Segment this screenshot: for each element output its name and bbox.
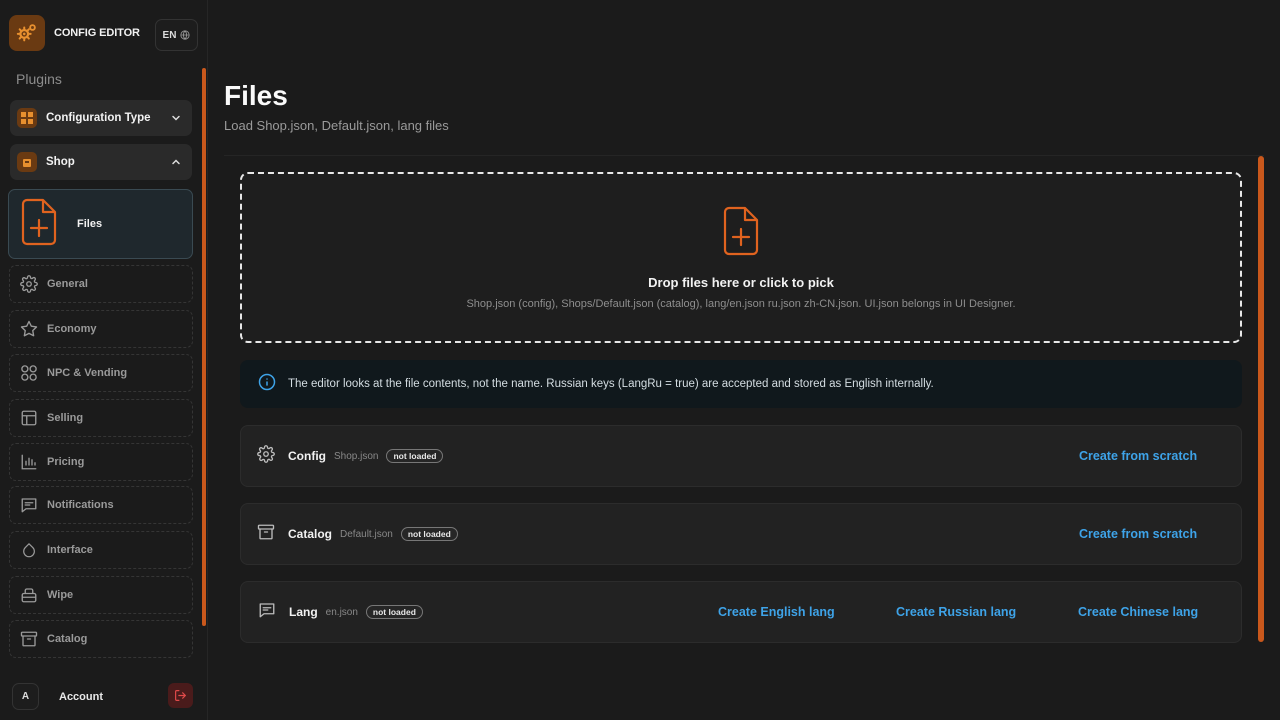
sidebar-item-files[interactable]: Files — [8, 189, 193, 259]
logout-icon — [175, 690, 186, 701]
page-title: Files — [224, 80, 288, 111]
chevron-down-icon — [168, 110, 184, 126]
dropzone-title: Drop files here or click to pick — [648, 275, 834, 290]
gears-logo-icon — [9, 15, 45, 51]
brand: CONFIG EDITOR — [9, 15, 140, 51]
create-english-lang-button[interactable]: Create English lang — [718, 605, 835, 619]
sidebar: CONFIG EDITOR EN Plugins Configuration T… — [0, 0, 208, 720]
sidebar-item-label: NPC & Vending — [47, 367, 128, 379]
main-scrollbar-thumb[interactable] — [1258, 156, 1264, 642]
shop-bag-icon — [17, 152, 37, 172]
logout-button[interactable] — [168, 683, 193, 708]
sidebar-item-pricing[interactable]: Pricing — [9, 443, 193, 481]
sidebar-scrollbar[interactable] — [202, 68, 206, 668]
sidebar-item-label: General — [47, 278, 88, 290]
language-button[interactable]: EN — [155, 19, 198, 51]
chevron-up-icon — [168, 154, 184, 170]
sidebar-item-selling[interactable]: Selling — [9, 399, 193, 437]
gear-icon — [257, 444, 275, 468]
message-icon — [19, 495, 39, 515]
sidebar-item-economy[interactable]: Economy — [9, 310, 193, 348]
bar-chart-icon — [19, 452, 39, 472]
sidebar-item-interface[interactable]: Interface — [9, 531, 193, 569]
sidebar-item-notifications[interactable]: Notifications — [9, 486, 193, 524]
eraser-icon — [19, 585, 39, 605]
file-plus-icon — [722, 206, 762, 261]
sidebar-item-label: Pricing — [47, 456, 85, 468]
app-title: CONFIG EDITOR — [54, 27, 140, 39]
droplet-icon — [19, 540, 39, 560]
message-icon — [257, 601, 277, 624]
sidebar-item-label: Wipe — [47, 589, 74, 601]
dropzone-hint: Shop.json (config), Shops/Default.json (… — [466, 298, 1016, 310]
create-russian-lang-button[interactable]: Create Russian lang — [896, 605, 1016, 619]
sidebar-item-label: Interface — [47, 544, 93, 556]
sidebar-item-label: Selling — [47, 412, 84, 424]
gear-icon — [19, 274, 39, 294]
file-dropzone[interactable]: Drop files here or click to pick Shop.js… — [240, 172, 1242, 343]
account-button[interactable]: A Account — [12, 683, 103, 710]
file-card-name: Lang — [289, 605, 318, 619]
archive-icon — [257, 523, 275, 546]
file-card-filename: Shop.json — [334, 450, 379, 462]
grid-icon — [17, 108, 37, 128]
status-badge: not loaded — [386, 449, 444, 463]
avatar: A — [12, 683, 39, 710]
create-chinese-lang-button[interactable]: Create Chinese lang — [1078, 605, 1198, 619]
file-card-name: Catalog — [288, 527, 333, 541]
group-shop[interactable]: Shop — [10, 144, 192, 180]
status-badge: not loaded — [400, 527, 458, 541]
language-code: EN — [162, 29, 177, 41]
group-configuration-type[interactable]: Configuration Type — [10, 100, 192, 136]
create-from-scratch-button[interactable]: Create from scratch — [1079, 449, 1197, 463]
sidebar-item-label: Catalog — [47, 633, 88, 645]
info-text: The editor looks at the file contents, n… — [288, 378, 934, 390]
group-label: Shop — [46, 156, 75, 168]
sidebar-item-label: Files — [77, 218, 103, 230]
four-circles-icon — [19, 363, 39, 383]
file-card-config: Config Shop.json not loaded Create from … — [240, 425, 1242, 487]
status-badge: not loaded — [365, 605, 423, 619]
info-banner: The editor looks at the file contents, n… — [240, 360, 1242, 408]
sidebar-item-wipe[interactable]: Wipe — [9, 576, 193, 614]
file-card-filename: en.json — [325, 606, 358, 618]
group-label: Configuration Type — [46, 112, 151, 124]
account-label: Account — [59, 690, 103, 703]
file-card-catalog: Catalog Default.json not loaded Create f… — [240, 503, 1242, 565]
sidebar-item-label: Notifications — [47, 499, 114, 511]
file-plus-icon — [19, 198, 59, 251]
sidebar-item-label: Economy — [47, 323, 97, 335]
sidebar-item-catalog[interactable]: Catalog — [9, 620, 193, 658]
file-card-lang: Lang en.json not loaded Create English l… — [240, 581, 1242, 643]
file-card-filename: Default.json — [340, 528, 393, 540]
star-icon — [19, 319, 39, 339]
archive-icon — [19, 629, 39, 649]
layout-icon — [19, 408, 39, 428]
divider — [224, 155, 1264, 156]
info-icon — [258, 373, 276, 396]
sidebar-scrollbar-thumb[interactable] — [202, 68, 206, 626]
plugins-section-label: Plugins — [16, 71, 62, 87]
sidebar-item-general[interactable]: General — [9, 265, 193, 303]
create-from-scratch-button[interactable]: Create from scratch — [1079, 527, 1197, 541]
sidebar-item-npc-vending[interactable]: NPC & Vending — [9, 354, 193, 392]
globe-icon — [180, 30, 191, 40]
file-card-name: Config — [288, 449, 326, 463]
page-subtitle: Load Shop.json, Default.json, lang files — [224, 118, 449, 133]
